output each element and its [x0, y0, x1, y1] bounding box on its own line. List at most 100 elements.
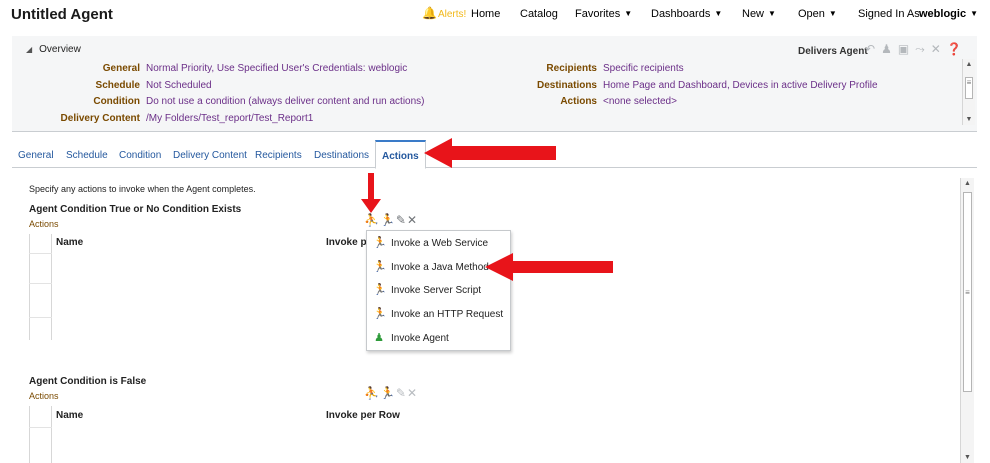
overview-label-actions: Actions	[560, 96, 597, 107]
overview-toggle[interactable]: ◢ Overview	[26, 44, 81, 55]
section-false-title: Agent Condition is False	[29, 376, 147, 387]
add-action-menu: 🏃 Invoke a Web Service 🏃 Invoke a Java Met…	[366, 230, 511, 351]
tab-recipients[interactable]: Recipients	[255, 150, 302, 161]
column-header-name: Name	[56, 410, 84, 421]
overview-value-destinations[interactable]: Home Page and Dashboard, Devices in acti…	[603, 80, 878, 91]
close-icon[interactable]: ✕	[931, 42, 947, 56]
tab-actions[interactable]: Actions	[375, 140, 426, 169]
user-name: weblogic	[919, 8, 967, 20]
nav-dashboards-label: Dashboards	[651, 8, 711, 20]
grid-divider	[29, 427, 52, 428]
menu-item-label: Invoke Server Script	[391, 285, 482, 296]
nav-new-label: New	[742, 8, 765, 20]
grid-divider	[51, 234, 52, 340]
agent-icon: ♟	[374, 332, 384, 344]
menu-item-invoke-server-script[interactable]: 🏃 Invoke Server Script	[367, 279, 510, 301]
save-as-icon[interactable]: ⤳	[915, 42, 931, 56]
overview-label-destinations: Destinations	[536, 80, 597, 91]
alerts-link[interactable]: 🔔Alerts!	[422, 6, 466, 20]
chevron-down-icon: ▼	[624, 9, 633, 18]
chevron-down-icon: ▼	[714, 9, 723, 18]
grid-divider	[29, 317, 52, 318]
overview-scrollbar[interactable]: ▲ ≡ ▼	[962, 59, 975, 125]
overview-label-general: General	[102, 63, 140, 74]
scroll-thumb[interactable]: ≡	[965, 77, 973, 99]
grid-divider	[29, 253, 52, 254]
save-icon[interactable]: ▣	[898, 42, 915, 56]
content-scrollbar[interactable]: ▲ ≡ ▼	[960, 178, 974, 463]
page-title: Untitled Agent	[11, 6, 113, 23]
chevron-down-icon: ▼	[970, 9, 978, 18]
tab-schedule[interactable]: Schedule	[66, 150, 108, 161]
section-true-toolbar: ⛹🏃✎✕	[364, 213, 418, 227]
overview-heading: Overview	[39, 44, 81, 55]
scroll-down-icon[interactable]: ▼	[963, 116, 975, 123]
section-false-toolbar: ⛹🏃✎✕	[364, 386, 418, 400]
annotation-arrow-down	[361, 173, 381, 213]
signed-in-label: Signed In As	[858, 8, 920, 20]
menu-item-invoke-agent[interactable]: ♟ Invoke Agent	[367, 327, 510, 349]
add-action-icon[interactable]: ⛹	[364, 386, 380, 400]
tab-condition[interactable]: Condition	[119, 150, 161, 161]
nav-catalog-label: Catalog	[520, 8, 558, 20]
nav-new[interactable]: New ▼	[742, 8, 776, 20]
add-action-icon[interactable]: ⛹	[364, 213, 380, 227]
alerts-label: Alerts!	[437, 9, 467, 20]
nav-home[interactable]: Home	[471, 8, 500, 20]
menu-item-invoke-http-request[interactable]: 🏃 Invoke an HTTP Request	[367, 303, 510, 325]
column-header-name: Name	[56, 237, 84, 248]
top-bar: Untitled Agent 🔔Alerts! Home Catalog Fav…	[0, 0, 990, 30]
chevron-down-icon: ▼	[828, 9, 837, 18]
nav-favorites[interactable]: Favorites ▼	[575, 8, 632, 20]
annotation-arrow-left	[424, 138, 556, 168]
scroll-thumb[interactable]: ≡	[963, 192, 972, 392]
scroll-up-icon[interactable]: ▲	[961, 180, 974, 187]
runner-icon: 🏃	[373, 284, 387, 296]
nav-favorites-label: Favorites	[575, 8, 621, 20]
scroll-down-icon[interactable]: ▼	[961, 454, 974, 461]
overview-label-schedule: Schedule	[95, 80, 140, 91]
add-action-menu-icon[interactable]: 🏃	[380, 213, 396, 227]
edit-icon[interactable]: ✎	[396, 386, 407, 400]
edit-icon[interactable]: ✎	[396, 213, 407, 227]
undo-icon[interactable]: ↶	[865, 42, 881, 56]
nav-dashboards[interactable]: Dashboards ▼	[651, 8, 722, 20]
runner-icon: 🏃	[373, 261, 387, 273]
grid-divider	[29, 283, 52, 284]
column-header-invoke-per-row: Invoke per Row	[326, 410, 400, 421]
tab-delivery-content[interactable]: Delivery Content	[173, 150, 247, 161]
grid-divider	[29, 234, 30, 340]
context-label: Delivers Agent	[798, 46, 868, 57]
delete-icon[interactable]: ✕	[407, 213, 418, 227]
scroll-up-icon[interactable]: ▲	[963, 61, 975, 68]
actions-hint: Specify any actions to invoke when the A…	[29, 184, 256, 194]
overview-panel: ◢ Overview Delivers Agent ↶♟▣⤳✕❓ General …	[12, 36, 977, 132]
overview-value-schedule[interactable]: Not Scheduled	[146, 80, 212, 91]
user-menu[interactable]: weblogic ▼	[919, 8, 978, 20]
nav-open[interactable]: Open ▼	[798, 8, 837, 20]
nav-open-label: Open	[798, 8, 825, 20]
tab-destinations[interactable]: Destinations	[314, 150, 369, 161]
help-icon[interactable]: ❓	[947, 42, 968, 56]
nav-catalog[interactable]: Catalog	[520, 8, 558, 20]
delete-icon[interactable]: ✕	[407, 386, 418, 400]
overview-value-actions[interactable]: <none selected>	[603, 96, 677, 107]
section-true-title: Agent Condition True or No Condition Exi…	[29, 204, 242, 215]
menu-item-invoke-web-service[interactable]: 🏃 Invoke a Web Service	[367, 232, 510, 254]
overview-toolbar: ↶♟▣⤳✕❓	[865, 42, 968, 57]
menu-item-label: Invoke a Java Method	[391, 262, 489, 273]
collapse-triangle-icon: ◢	[26, 45, 33, 54]
run-agent-icon[interactable]: ♟	[881, 42, 898, 56]
add-action-menu-icon[interactable]: 🏃	[380, 386, 396, 400]
overview-value-condition[interactable]: Do not use a condition (always deliver c…	[146, 96, 425, 107]
annotation-arrow-left-menu	[485, 253, 613, 281]
overview-value-delivery-content[interactable]: /My Folders/Test_report/Test_Report1	[146, 113, 313, 124]
chevron-down-icon: ▼	[768, 9, 776, 18]
overview-value-general[interactable]: Normal Priority, Use Specified User's Cr…	[146, 63, 407, 74]
menu-item-label: Invoke Agent	[391, 333, 449, 344]
overview-label-condition: Condition	[93, 96, 140, 107]
overview-label-delivery-content: Delivery Content	[60, 113, 140, 124]
tab-general[interactable]: General	[18, 150, 54, 161]
nav-home-label: Home	[471, 8, 501, 20]
overview-value-recipients[interactable]: Specific recipients	[603, 63, 684, 74]
